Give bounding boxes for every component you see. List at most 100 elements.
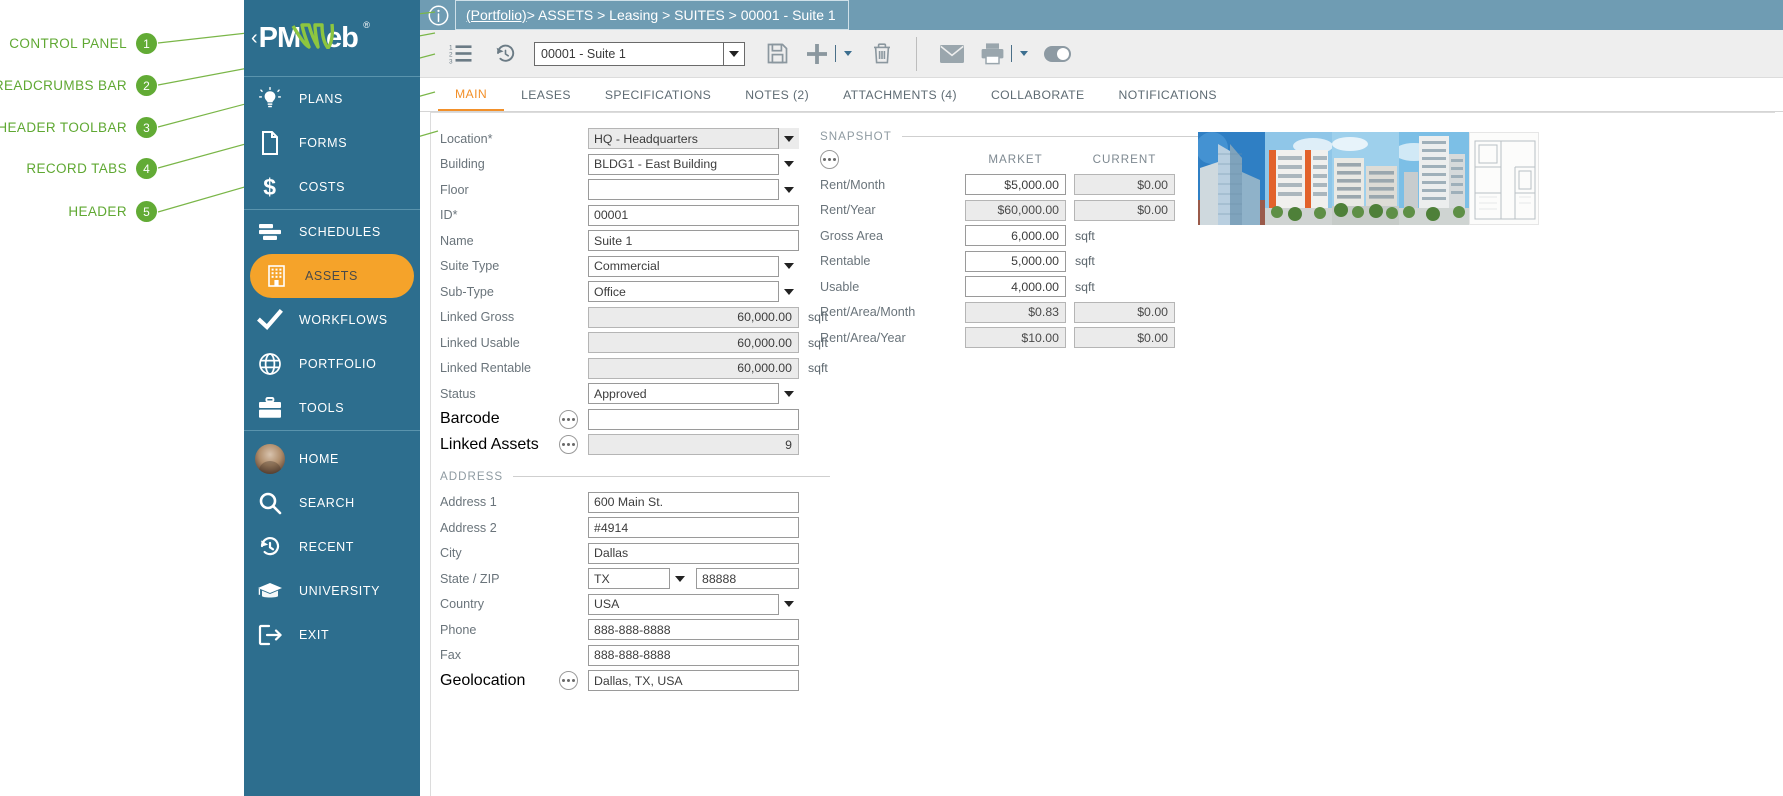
info-icon[interactable] bbox=[428, 5, 449, 26]
chevron-down-icon[interactable] bbox=[778, 154, 799, 175]
floor-plan-thumbnail[interactable] bbox=[1469, 132, 1539, 225]
market-value[interactable]: $5,000.00 bbox=[965, 174, 1066, 195]
field-state-zip: State / ZIP TX 88888 bbox=[440, 566, 830, 592]
toggle-switch-icon[interactable] bbox=[1035, 32, 1080, 76]
suite-type-select[interactable]: Commercial bbox=[588, 256, 799, 277]
snapshot-row-rent-month: Rent/Month $5,000.00 $0.00 bbox=[820, 172, 1240, 198]
callout-number: 4 bbox=[136, 158, 157, 179]
barcode-input[interactable] bbox=[588, 409, 799, 430]
building-select[interactable]: BLDG1 - East Building bbox=[588, 154, 799, 175]
sub-type-select[interactable]: Office bbox=[588, 281, 799, 302]
tab-notes[interactable]: NOTES (2) bbox=[728, 78, 826, 111]
print-dropdown-chevron-icon[interactable] bbox=[1013, 32, 1035, 76]
ellipsis-options-icon[interactable] bbox=[820, 150, 839, 169]
market-value[interactable]: 6,000.00 bbox=[965, 225, 1066, 246]
print-button[interactable] bbox=[974, 32, 1010, 76]
logo-web-text: eb bbox=[326, 22, 358, 54]
chevron-down-icon[interactable] bbox=[778, 594, 799, 615]
callout-breadcrumbs-bar: BREADCRUMBS BAR 2 bbox=[0, 75, 157, 96]
address-1-input[interactable]: 600 Main St. bbox=[588, 492, 799, 513]
floor-select[interactable] bbox=[588, 179, 799, 200]
image-gallery bbox=[1198, 132, 1539, 225]
chevron-down-icon[interactable] bbox=[778, 281, 799, 302]
low-rise-complex-photo[interactable] bbox=[1332, 132, 1399, 225]
tab-label: ATTACHMENTS (4) bbox=[843, 88, 957, 102]
field-label: Linked Usable bbox=[440, 336, 588, 350]
tab-specifications[interactable]: SPECIFICATIONS bbox=[588, 78, 728, 111]
add-button[interactable] bbox=[800, 32, 834, 76]
field-barcode: Barcode bbox=[440, 407, 830, 433]
status-select[interactable]: Approved bbox=[588, 383, 799, 404]
chevron-down-icon[interactable] bbox=[778, 383, 799, 404]
country-select[interactable]: USA bbox=[588, 594, 799, 615]
section-rule bbox=[902, 136, 1240, 137]
tab-leases[interactable]: LEASES bbox=[504, 78, 588, 111]
sidebar-item-label: EXIT bbox=[299, 628, 329, 642]
market-value[interactable]: 5,000.00 bbox=[965, 251, 1066, 272]
row-label: Rentable bbox=[820, 254, 965, 268]
geolocation-input[interactable]: Dallas, TX, USA bbox=[588, 670, 799, 691]
name-input[interactable]: Suite 1 bbox=[588, 230, 799, 251]
zip-input[interactable]: 88888 bbox=[696, 568, 799, 589]
phone-input[interactable]: 888-888-8888 bbox=[588, 619, 799, 640]
section-title: ADDRESS bbox=[440, 470, 503, 483]
ellipsis-options-icon[interactable] bbox=[559, 435, 578, 454]
tab-collaborate[interactable]: COLLABORATE bbox=[974, 78, 1102, 111]
column-header-market: MARKET bbox=[965, 153, 1066, 166]
snapshot-row-usable: Usable 4,000.00 sqft bbox=[820, 274, 1240, 300]
ellipsis-options-icon[interactable] bbox=[559, 410, 578, 429]
field-label: Building bbox=[440, 157, 588, 171]
ellipsis-options-icon[interactable] bbox=[559, 671, 578, 690]
callout-record-tabs: RECORD TABS 4 bbox=[26, 158, 157, 179]
field-country: Country USA bbox=[440, 592, 830, 618]
breadcrumb-root-link[interactable]: (Portfolio) bbox=[466, 7, 527, 23]
callout-header-toolbar: HEADER TOOLBAR 3 bbox=[0, 117, 157, 138]
breadcrumb: (Portfolio) > ASSETS > Leasing > SUITES … bbox=[455, 0, 849, 30]
glass-tower-photo[interactable] bbox=[1198, 132, 1265, 225]
id-input[interactable]: 00001 bbox=[588, 205, 799, 226]
fax-input[interactable]: 888-888-8888 bbox=[588, 645, 799, 666]
callout-number: 2 bbox=[136, 75, 157, 96]
address-2-input[interactable]: #4914 bbox=[588, 517, 799, 538]
chevron-down-icon[interactable] bbox=[669, 568, 690, 589]
city-input[interactable]: Dallas bbox=[588, 543, 799, 564]
residential-tower-photo[interactable] bbox=[1399, 132, 1469, 225]
field-label: Geolocation bbox=[440, 672, 525, 690]
location-select[interactable]: HQ - Headquarters bbox=[588, 128, 799, 149]
market-value: $10.00 bbox=[965, 327, 1066, 348]
add-dropdown-chevron-icon[interactable] bbox=[837, 32, 859, 76]
save-button[interactable] bbox=[755, 32, 800, 76]
tab-main[interactable]: MAIN bbox=[438, 78, 504, 111]
chevron-down-icon[interactable] bbox=[778, 179, 799, 200]
tabs-filler bbox=[1234, 78, 1783, 111]
market-value[interactable]: 4,000.00 bbox=[965, 276, 1066, 297]
tab-attachments[interactable]: ATTACHMENTS (4) bbox=[826, 78, 974, 111]
field-label: City bbox=[440, 546, 588, 560]
snapshot-column-headers: MARKET CURRENT bbox=[820, 146, 1240, 172]
annotation-callouts: CONTROL PANEL 1 BREADCRUMBS BAR 2 HEADER… bbox=[0, 0, 278, 796]
chevron-down-icon[interactable] bbox=[778, 256, 799, 277]
chevron-down-icon[interactable] bbox=[778, 128, 799, 149]
toolbar-split-divider bbox=[835, 45, 836, 62]
tab-notifications[interactable]: NOTIFICATIONS bbox=[1102, 78, 1234, 111]
record-content: Location* HQ - Headquarters Building BLD… bbox=[420, 112, 1783, 126]
field-building: Building BLDG1 - East Building bbox=[440, 152, 830, 178]
numbered-list-icon[interactable]: 1 2 3 bbox=[438, 32, 483, 76]
column-header-current: CURRENT bbox=[1074, 153, 1175, 166]
row-label: Rent/Area/Year bbox=[820, 331, 965, 345]
delete-button[interactable] bbox=[859, 32, 904, 76]
orange-white-apartment-photo[interactable] bbox=[1265, 132, 1332, 225]
row-label: Rent/Month bbox=[820, 178, 965, 192]
email-button[interactable] bbox=[929, 32, 974, 76]
svg-text:1: 1 bbox=[449, 45, 453, 52]
callout-label: HEADER TOOLBAR bbox=[0, 120, 127, 135]
field-id: ID* 00001 bbox=[440, 203, 830, 229]
market-value: $60,000.00 bbox=[965, 200, 1066, 221]
sidebar-item-label: SEARCH bbox=[299, 496, 355, 510]
chevron-down-icon[interactable] bbox=[723, 43, 744, 65]
field-linked-gross: Linked Gross 60,000.00 sqft bbox=[440, 305, 830, 331]
history-revert-icon[interactable] bbox=[483, 32, 528, 76]
field-label: Sub-Type bbox=[440, 285, 588, 299]
record-selector-dropdown[interactable]: 00001 - Suite 1 bbox=[534, 42, 745, 66]
linked-gross-value: 60,000.00 bbox=[588, 307, 799, 328]
